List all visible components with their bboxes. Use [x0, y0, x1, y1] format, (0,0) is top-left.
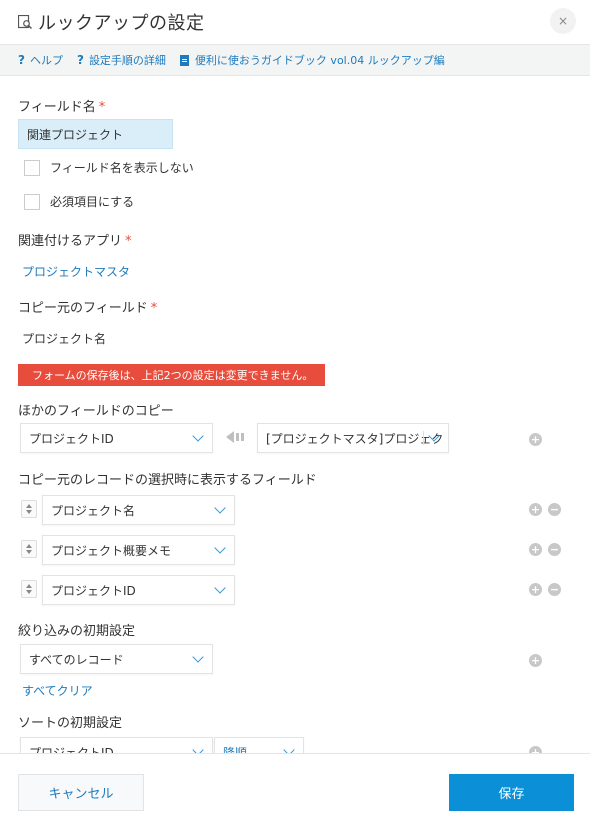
clear-all-link[interactable]: すべてクリア [22, 682, 93, 699]
reorder-stepper[interactable] [21, 540, 37, 558]
required-mark: * [150, 301, 158, 316]
add-display-field-button[interactable]: + [529, 583, 542, 596]
dialog-title: ルックアップの設定 [38, 13, 205, 34]
add-display-field-button[interactable]: + [529, 543, 542, 556]
reorder-stepper[interactable] [21, 500, 37, 518]
copy-from-select[interactable]: プロジェクトID [20, 423, 213, 453]
field-name-label: フィールド名 * [18, 100, 106, 115]
source-field-label: コピー元のフィールド * [18, 301, 158, 316]
required-mark: * [125, 234, 132, 249]
chevron-down-icon [214, 582, 226, 594]
required-mark: * [98, 100, 106, 115]
remove-display-field-button[interactable]: − [548, 583, 561, 596]
filter-label: 絞り込みの初期設定 [18, 624, 136, 639]
help-link[interactable]: ? ヘルプ [18, 52, 63, 68]
guide-link[interactable]: 便利に使おうガイドブック vol.04 ルックアップ編 [179, 52, 445, 68]
help-bar: ? ヘルプ ? 設定手順の詳細 便利に使おうガイドブック vol.04 ルックア… [0, 44, 590, 76]
chevron-down-icon [214, 502, 226, 514]
chevron-down-icon [192, 651, 204, 663]
chevron-down-icon [192, 744, 204, 753]
filter-select[interactable]: すべてのレコード [20, 644, 213, 674]
source-field-value: プロジェクト名 [22, 332, 107, 346]
copy-fields-label: ほかのフィールドのコピー [18, 404, 174, 419]
checkbox[interactable] [24, 159, 40, 176]
dialog-body: フィールド名 * 関連プロジェクト フィールド名を表示しない 必須項目にする 関連… [0, 77, 590, 753]
cancel-button[interactable]: キャンセル [18, 774, 144, 811]
question-icon: ? [18, 53, 25, 67]
sort-field-select[interactable]: プロジェクトID [20, 737, 213, 753]
steps-link[interactable]: ? 設定手順の詳細 [77, 52, 166, 68]
copy-to-select[interactable]: [プロジェクトマスタ]プロジェク [257, 423, 449, 453]
dialog-footer: キャンセル 保存 [0, 753, 590, 828]
chevron-down-icon [214, 542, 226, 554]
dialog-header: ルックアップの設定 [0, 0, 590, 44]
document-icon [179, 54, 189, 66]
chevron-down-icon [283, 744, 295, 753]
display-field-select-2[interactable]: プロジェクト概要メモ [42, 535, 235, 565]
checkbox[interactable] [24, 193, 40, 210]
sort-label: ソートの初期設定 [18, 716, 123, 731]
display-fields-label: コピー元のレコードの選択時に表示するフィールド [18, 473, 317, 488]
close-icon: × [557, 14, 569, 28]
sort-order-select[interactable]: 降順 [214, 737, 304, 753]
chevron-down-icon [192, 430, 204, 442]
lookup-icon [18, 15, 32, 29]
save-button[interactable]: 保存 [449, 774, 574, 811]
close-button[interactable]: × [550, 8, 576, 34]
question-icon: ? [76, 53, 84, 67]
hide-field-name-checkbox[interactable]: フィールド名を表示しない [24, 159, 194, 176]
remove-display-field-button[interactable]: − [548, 543, 561, 556]
add-filter-button[interactable]: + [529, 654, 542, 667]
field-name-input[interactable]: 関連プロジェクト [18, 119, 173, 149]
related-app-link[interactable]: プロジェクトマスタ [22, 263, 130, 280]
warning-banner: フォームの保存後は、上記2つの設定は変更できません。 [18, 364, 325, 386]
display-field-select-3[interactable]: プロジェクトID [42, 575, 235, 605]
required-checkbox[interactable]: 必須項目にする [24, 193, 134, 210]
add-copy-field-button[interactable]: + [529, 433, 542, 446]
arrow-left-icon [226, 431, 244, 443]
add-display-field-button[interactable]: + [529, 503, 542, 516]
related-app-label: 関連付けるアプリ * [18, 234, 132, 249]
display-field-select-1[interactable]: プロジェクト名 [42, 495, 235, 525]
add-sort-button[interactable]: + [529, 746, 542, 753]
remove-display-field-button[interactable]: − [548, 503, 561, 516]
reorder-stepper[interactable] [21, 580, 37, 598]
